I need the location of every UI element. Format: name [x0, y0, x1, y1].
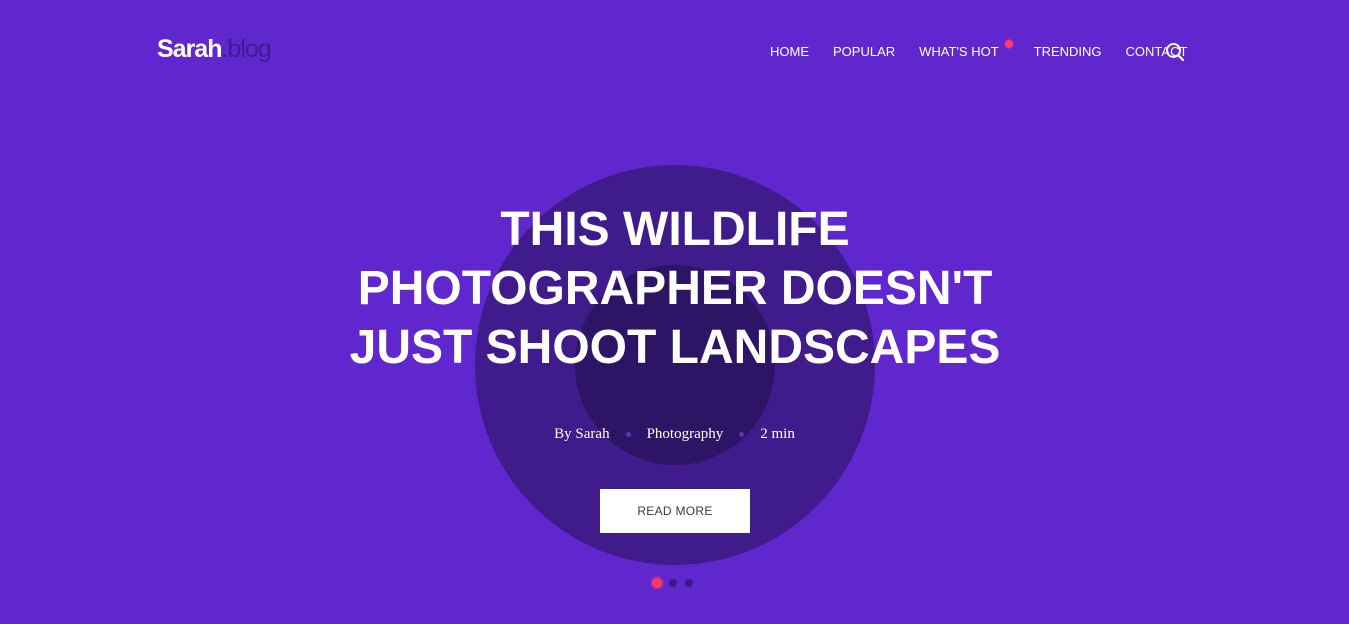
- hero-title[interactable]: THIS WILDLIFE PHOTOGRAPHER DOESN'T JUST …: [300, 200, 1050, 377]
- post-category[interactable]: Photography: [647, 424, 724, 444]
- site-logo[interactable]: Sarah.blog: [157, 34, 272, 64]
- new-badge-dot: [1004, 40, 1013, 48]
- post-meta: By Sarah Photography 2 min: [0, 424, 1349, 444]
- meta-separator: [739, 431, 745, 437]
- search-icon[interactable]: [1165, 42, 1185, 62]
- slider-dot-active[interactable]: [652, 578, 662, 588]
- meta-separator: [625, 431, 631, 437]
- logo-name: Sarah: [157, 35, 222, 63]
- logo-suffix: .blog: [221, 35, 271, 63]
- nav-item-popular[interactable]: POPULAR: [833, 44, 895, 60]
- slider-dots: [652, 578, 701, 588]
- slider-dot[interactable]: [685, 579, 693, 587]
- read-more-button[interactable]: READ MORE: [600, 489, 750, 533]
- post-read-time: 2 min: [760, 426, 795, 442]
- post-author[interactable]: By Sarah: [554, 424, 609, 444]
- nav-item-trending[interactable]: TRENDING: [1034, 44, 1102, 60]
- site-header: Sarah.blog HOME POPULAR WHAT'S HOT TREND…: [0, 0, 1349, 100]
- slider-dot[interactable]: [669, 579, 677, 587]
- main-nav: HOME POPULAR WHAT'S HOT TRENDING CONTACT: [770, 40, 1187, 60]
- nav-item-home[interactable]: HOME: [770, 44, 809, 60]
- nav-item-whats-hot[interactable]: WHAT'S HOT: [919, 40, 1013, 60]
- nav-item-whats-hot-label: WHAT'S HOT: [919, 44, 999, 59]
